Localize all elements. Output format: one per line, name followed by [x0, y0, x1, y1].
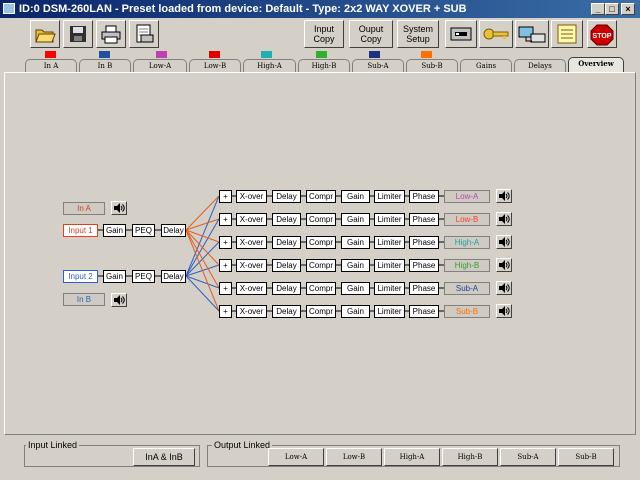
- sub-a-compr-block[interactable]: Compr: [306, 282, 336, 295]
- low-a-phase-block[interactable]: Phase: [409, 190, 439, 203]
- input-1-gain-block[interactable]: Gain: [103, 224, 126, 237]
- high-b-xover-block[interactable]: X-over: [236, 259, 267, 272]
- link-high-a-button[interactable]: High-A: [384, 448, 440, 466]
- sub-b-gain-block[interactable]: Gain: [341, 305, 370, 318]
- high-a-delay-block[interactable]: Delay: [272, 236, 301, 249]
- in-b-monitor-button[interactable]: [111, 293, 127, 307]
- low-a-delay-block[interactable]: Delay: [272, 190, 301, 203]
- low-b-xover-block[interactable]: X-over: [236, 213, 267, 226]
- output-monitor-button-high-a[interactable]: [496, 235, 512, 249]
- speaker-icon: [499, 283, 510, 293]
- sub-b-phase-block[interactable]: Phase: [409, 305, 439, 318]
- high-b-delay-block[interactable]: Delay: [272, 259, 301, 272]
- high-a-xover-block[interactable]: X-over: [236, 236, 267, 249]
- link-sub-b-button[interactable]: Sub-B: [558, 448, 614, 466]
- low-a-limiter-block[interactable]: Limiter: [374, 190, 405, 203]
- high-a-limiter-block[interactable]: Limiter: [374, 236, 405, 249]
- sub-b-delay-block[interactable]: Delay: [272, 305, 301, 318]
- low-a-sum-block[interactable]: +: [219, 190, 232, 203]
- speaker-icon: [499, 306, 510, 316]
- output-label-sub-b: Sub-B: [444, 305, 490, 318]
- sub-b-limiter-block[interactable]: Limiter: [374, 305, 405, 318]
- low-b-compr-block[interactable]: Compr: [306, 213, 336, 226]
- high-b-compr-block[interactable]: Compr: [306, 259, 336, 272]
- output-linked-label: Output Linked: [212, 440, 273, 450]
- input-1-peq-block[interactable]: PEQ: [132, 224, 155, 237]
- sub-b-sum-block[interactable]: +: [219, 305, 232, 318]
- link-high-b-button[interactable]: High-B: [442, 448, 498, 466]
- speaker-icon: [114, 203, 125, 213]
- link-low-a-button[interactable]: Low-A: [268, 448, 324, 466]
- high-b-sum-block[interactable]: +: [219, 259, 232, 272]
- output-monitor-button-low-a[interactable]: [496, 189, 512, 203]
- in-a-label: In A: [63, 202, 105, 215]
- sub-a-limiter-block[interactable]: Limiter: [374, 282, 405, 295]
- speaker-icon: [114, 295, 125, 305]
- routing-link: [185, 275, 220, 289]
- output-label-high-b: High-B: [444, 259, 490, 272]
- speaker-icon: [499, 260, 510, 270]
- output-label-high-a: High-A: [444, 236, 490, 249]
- low-b-delay-block[interactable]: Delay: [272, 213, 301, 226]
- input-2-delay-block[interactable]: Delay: [161, 270, 186, 283]
- routing-link: [185, 275, 220, 312]
- high-a-sum-block[interactable]: +: [219, 236, 232, 249]
- sub-a-phase-block[interactable]: Phase: [409, 282, 439, 295]
- low-b-phase-block[interactable]: Phase: [409, 213, 439, 226]
- link-sub-a-button[interactable]: Sub-A: [500, 448, 556, 466]
- sub-a-delay-block[interactable]: Delay: [272, 282, 301, 295]
- sub-a-xover-block[interactable]: X-over: [236, 282, 267, 295]
- output-label-sub-a: Sub-A: [444, 282, 490, 295]
- sub-a-gain-block[interactable]: Gain: [341, 282, 370, 295]
- low-a-gain-block[interactable]: Gain: [341, 190, 370, 203]
- high-b-phase-block[interactable]: Phase: [409, 259, 439, 272]
- output-label-low-b: Low-B: [444, 213, 490, 226]
- low-a-compr-block[interactable]: Compr: [306, 190, 336, 203]
- high-b-limiter-block[interactable]: Limiter: [374, 259, 405, 272]
- link-low-b-button[interactable]: Low-B: [326, 448, 382, 466]
- high-a-compr-block[interactable]: Compr: [306, 236, 336, 249]
- high-a-gain-block[interactable]: Gain: [341, 236, 370, 249]
- input-linked-label: Input Linked: [26, 440, 80, 450]
- input-output-links: [185, 195, 220, 312]
- speaker-icon: [499, 237, 510, 247]
- in-b-label: In B: [63, 293, 105, 306]
- output-monitor-button-high-b[interactable]: [496, 258, 512, 272]
- low-b-limiter-block[interactable]: Limiter: [374, 213, 405, 226]
- low-b-sum-block[interactable]: +: [219, 213, 232, 226]
- input-2-peq-block[interactable]: PEQ: [132, 270, 155, 283]
- output-label-low-a: Low-A: [444, 190, 490, 203]
- input-1-label[interactable]: Input 1: [63, 224, 98, 237]
- input-2-gain-block[interactable]: Gain: [103, 270, 126, 283]
- speaker-icon: [499, 191, 510, 201]
- low-b-gain-block[interactable]: Gain: [341, 213, 370, 226]
- in-a-monitor-button[interactable]: [111, 201, 127, 215]
- link-ina-inb-button[interactable]: InA & InB: [133, 448, 195, 466]
- routing-link: [185, 229, 220, 289]
- high-b-gain-block[interactable]: Gain: [341, 259, 370, 272]
- output-monitor-button-low-b[interactable]: [496, 212, 512, 226]
- low-a-xover-block[interactable]: X-over: [236, 190, 267, 203]
- routing-link: [185, 229, 220, 243]
- speaker-icon: [499, 214, 510, 224]
- high-a-phase-block[interactable]: Phase: [409, 236, 439, 249]
- sub-a-sum-block[interactable]: +: [219, 282, 232, 295]
- sub-b-compr-block[interactable]: Compr: [306, 305, 336, 318]
- sub-b-xover-block[interactable]: X-over: [236, 305, 267, 318]
- output-monitor-button-sub-b[interactable]: [496, 304, 512, 318]
- input-1-delay-block[interactable]: Delay: [161, 224, 186, 237]
- output-monitor-button-sub-a[interactable]: [496, 281, 512, 295]
- input-2-label[interactable]: Input 2: [63, 270, 98, 283]
